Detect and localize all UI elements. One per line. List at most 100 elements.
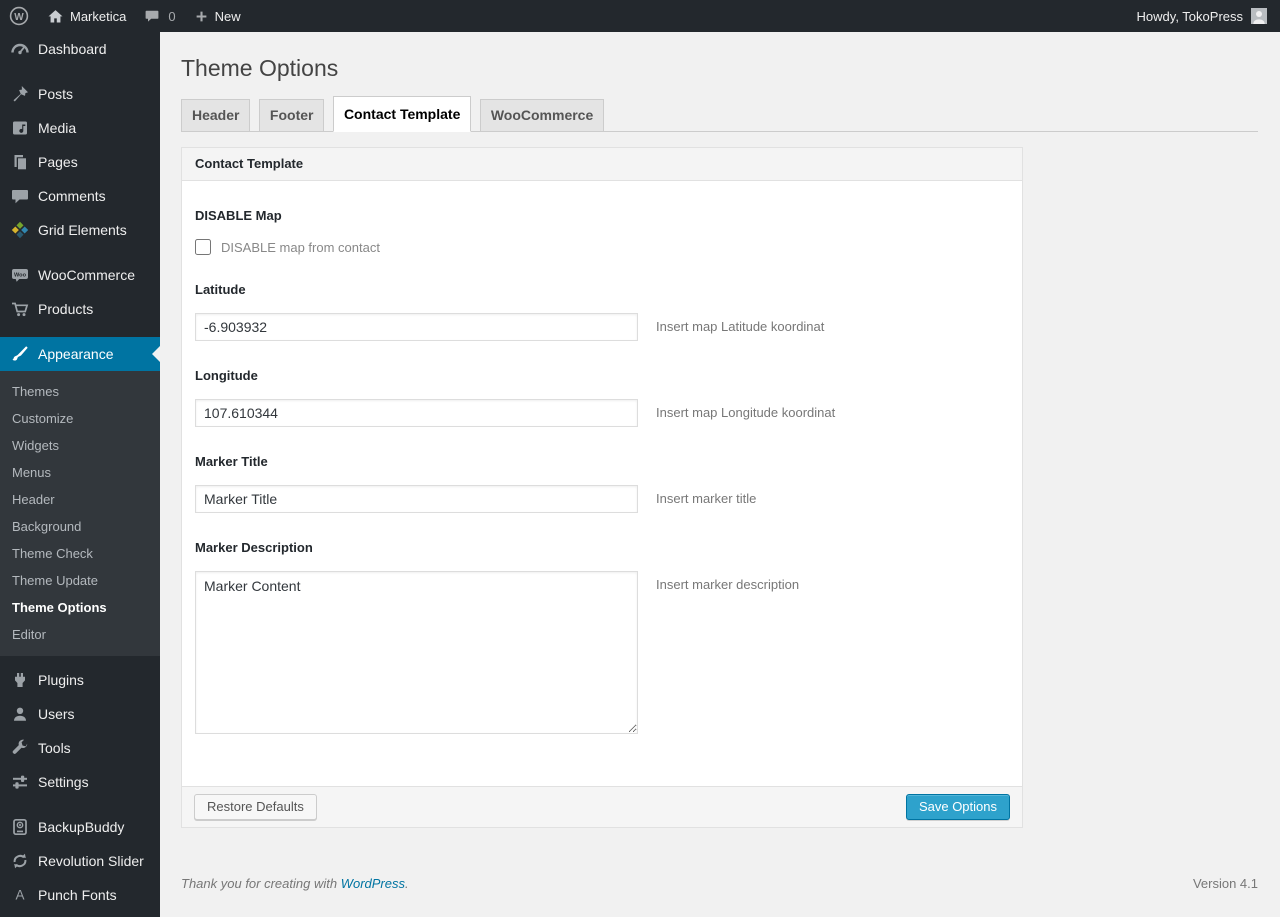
sidebar-item-grid-elements[interactable]: Grid Elements [0, 213, 160, 247]
sidebar-item-label: Pages [38, 154, 78, 170]
submenu-item-background[interactable]: Background [0, 513, 160, 540]
marker-title-label: Marker Title [195, 454, 268, 469]
latitude-input[interactable] [195, 313, 638, 341]
submenu-item-themes[interactable]: Themes [0, 378, 160, 405]
sidebar-item-tools[interactable]: Tools [0, 731, 160, 765]
latitude-field: Latitude Insert map Latitude koordinat [195, 283, 1009, 341]
wordpress-admin: W Marketica 0 New Howdy, TokoPress Dashb… [0, 0, 1280, 917]
submenu-item-theme-update[interactable]: Theme Update [0, 567, 160, 594]
latitude-help: Insert map Latitude koordinat [656, 319, 825, 334]
plugin-icon [10, 670, 30, 690]
restore-defaults-button[interactable]: Restore Defaults [194, 794, 317, 820]
sidebar-item-appearance[interactable]: Appearance [0, 337, 160, 371]
comment-count: 0 [168, 8, 176, 24]
footer-thanks: Thank you for creating with WordPress. [181, 876, 409, 891]
sidebar-item-woocommerce[interactable]: Woo WooCommerce [0, 258, 160, 292]
site-name-menu[interactable]: Marketica [38, 0, 135, 32]
footer-thanks-text: Thank you for creating with [181, 876, 338, 891]
howdy-label: Howdy, TokoPress [1136, 8, 1243, 24]
sidebar-item-comments[interactable]: Comments [0, 179, 160, 213]
marker-description-textarea[interactable]: Marker Content [195, 571, 638, 734]
sidebar-item-label: Products [38, 301, 94, 317]
comments-menu[interactable]: 0 [135, 0, 184, 32]
marker-description-label: Marker Description [195, 540, 313, 555]
paintbrush-icon [10, 344, 30, 364]
backup-device-icon [10, 817, 30, 837]
admin-sidebar: Dashboard Posts Media Pages Comments Gri… [0, 32, 160, 917]
sidebar-item-backupbuddy[interactable]: BackupBuddy [0, 810, 160, 844]
marker-title-field: Marker Title Insert marker title [195, 455, 1009, 513]
page-title: Theme Options [181, 55, 339, 81]
save-options-button[interactable]: Save Options [905, 794, 1010, 820]
disable-map-checkbox-row: DISABLE map from contact [195, 239, 1009, 255]
sidebar-item-settings[interactable]: Settings [0, 765, 160, 799]
submenu-item-header[interactable]: Header [0, 486, 160, 513]
sidebar-item-label: Revolution Slider [38, 853, 144, 869]
sidebar-item-label: Media [38, 120, 77, 136]
my-account-menu[interactable]: Howdy, TokoPress [1137, 8, 1280, 24]
sidebar-item-pages[interactable]: Pages [0, 145, 160, 179]
sidebar-item-plugins[interactable]: Plugins [0, 663, 160, 697]
sidebar-item-label: Comments [38, 188, 106, 204]
sidebar-item-label: Appearance [38, 346, 114, 362]
wordpress-logo-icon: W [9, 6, 29, 26]
sidebar-item-revolution-slider[interactable]: Revolution Slider [0, 844, 160, 878]
tab-header[interactable]: Header [181, 99, 251, 132]
new-label: New [214, 8, 241, 24]
submenu-item-theme-check[interactable]: Theme Check [0, 540, 160, 567]
sidebar-item-label: Tools [38, 740, 71, 756]
sidebar-item-products[interactable]: Products [0, 292, 160, 326]
sliders-icon [10, 772, 30, 792]
marker-title-help: Insert marker title [656, 491, 757, 506]
submenu-item-menus[interactable]: Menus [0, 459, 160, 486]
submenu-item-theme-options[interactable]: Theme Options [0, 594, 160, 621]
longitude-label: Longitude [195, 368, 258, 383]
pages-icon [10, 152, 30, 172]
wp-logo-menu[interactable]: W [0, 0, 38, 32]
longitude-input[interactable] [195, 399, 638, 427]
disable-map-checkbox[interactable] [195, 239, 211, 255]
sidebar-item-label: Dashboard [38, 41, 107, 57]
tab-footer[interactable]: Footer [258, 99, 325, 132]
panel-body: DISABLE Map DISABLE map from contact Lat… [182, 181, 1022, 786]
svg-text:W: W [14, 12, 24, 23]
new-content-menu[interactable]: New [185, 0, 250, 32]
woocommerce-badge-icon: Woo [10, 265, 30, 285]
disable-map-field: DISABLE Map DISABLE map from contact [195, 209, 1009, 255]
wrench-icon [10, 738, 30, 758]
contact-template-panel: Contact Template DISABLE Map DISABLE map… [181, 147, 1023, 828]
home-icon [47, 8, 64, 25]
sidebar-item-dashboard[interactable]: Dashboard [0, 32, 160, 66]
submenu-item-editor[interactable]: Editor [0, 621, 160, 648]
media-icon [10, 118, 30, 138]
sidebar-item-label: Grid Elements [38, 222, 127, 238]
plus-icon [194, 9, 209, 24]
longitude-field: Longitude Insert map Longitude koordinat [195, 369, 1009, 427]
admin-footer: Thank you for creating with WordPress. V… [181, 876, 1258, 891]
pin-icon [10, 84, 30, 104]
sidebar-item-posts[interactable]: Posts [0, 77, 160, 111]
menu-separator [0, 799, 160, 810]
current-menu-arrow [144, 346, 160, 362]
sidebar-item-users[interactable]: Users [0, 697, 160, 731]
admin-bar: W Marketica 0 New Howdy, TokoPress [0, 0, 1280, 32]
letter-a-icon: A [10, 885, 30, 905]
sidebar-item-media[interactable]: Media [0, 111, 160, 145]
main-content: Theme Options Header Footer Contact Temp… [160, 32, 1280, 917]
tab-woocommerce[interactable]: WooCommerce [479, 99, 605, 132]
refresh-arrows-icon [10, 851, 30, 871]
tab-contact-template[interactable]: Contact Template [332, 96, 472, 132]
sidebar-item-label: WooCommerce [38, 267, 135, 283]
grid-elements-icon [10, 220, 30, 240]
submenu-item-customize[interactable]: Customize [0, 405, 160, 432]
tab-bar: Header Footer Contact Template WooCommer… [181, 96, 1258, 132]
sidebar-item-label: BackupBuddy [38, 819, 125, 835]
site-name-label: Marketica [70, 8, 127, 24]
marker-title-input[interactable] [195, 485, 638, 513]
submenu-item-widgets[interactable]: Widgets [0, 432, 160, 459]
wordpress-link[interactable]: WordPress [341, 876, 405, 891]
marker-description-field: Marker Description Marker Content Insert… [195, 541, 1009, 734]
comments-icon [10, 186, 30, 206]
sidebar-item-punch-fonts[interactable]: A Punch Fonts [0, 878, 160, 912]
sidebar-item-label: Posts [38, 86, 74, 102]
